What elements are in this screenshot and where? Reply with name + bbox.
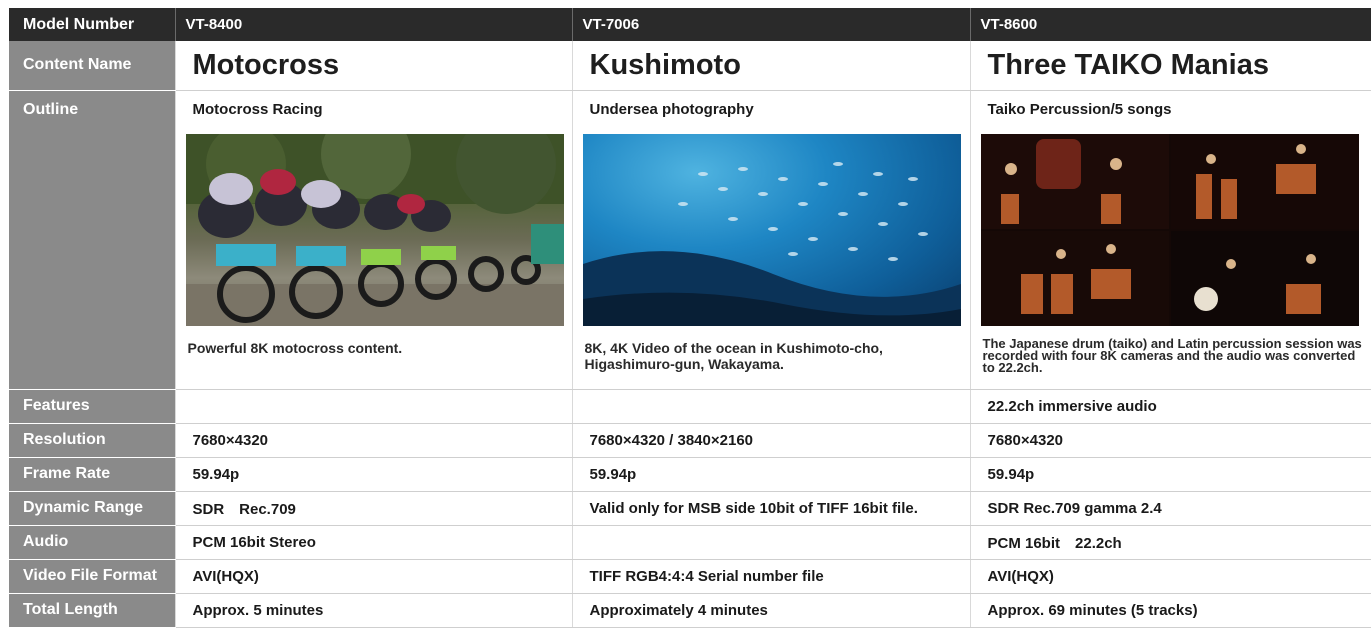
total-length-2: Approximately 4 minutes: [571, 593, 970, 628]
frame-rate-3: 59.94p: [969, 457, 1371, 492]
dynamic-range-1: SDR Rec.709: [174, 491, 572, 526]
features-2: [571, 389, 970, 424]
outline-cell-3: Taiko Percussion/5 songs The Japanese dr…: [969, 90, 1371, 390]
row-label-content-name: Content Name: [9, 41, 175, 91]
row-label-audio: Audio: [9, 525, 175, 560]
row-label-features: Features: [9, 389, 175, 424]
audio-2: [571, 525, 970, 560]
frame-rate-2: 59.94p: [571, 457, 970, 492]
content-name-row: Content Name Motocross Kushimoto Three T…: [9, 41, 1371, 91]
features-3: 22.2ch immersive audio: [969, 389, 1371, 424]
frame-rate-row: Frame Rate 59.94p 59.94p 59.94p: [9, 457, 1371, 492]
features-1: [174, 389, 572, 424]
outline-desc-1: Powerful 8K motocross content.: [187, 339, 403, 356]
audio-row: Audio PCM 16bit Stereo PCM 16bit 22.2ch: [9, 525, 1371, 560]
video-file-format-3: AVI(HQX): [969, 559, 1371, 594]
taiko-photo: [980, 133, 1359, 326]
resolution-1: 7680×4320: [174, 423, 572, 458]
dynamic-range-row: Dynamic Range SDR Rec.709 Valid only for…: [9, 491, 1371, 526]
outline-row: Outline Motocross Racing Powerful 8K mot…: [9, 90, 1371, 390]
features-row: Features 22.2ch immersive audio: [9, 389, 1371, 424]
undersea-photo: [582, 133, 961, 326]
row-label-model-number: Model Number: [9, 8, 175, 41]
content-name-1: Motocross: [174, 41, 572, 91]
model-number-2: VT-7006: [571, 8, 970, 41]
total-length-row: Total Length Approx. 5 minutes Approxima…: [9, 593, 1371, 628]
total-length-3: Approx. 69 minutes (5 tracks): [969, 593, 1371, 628]
outline-desc-2: 8K, 4K Video of the ocean in Kushimoto-c…: [584, 339, 883, 372]
model-number-1: VT-8400: [174, 8, 572, 41]
video-file-format-row: Video File Format AVI(HQX) TIFF RGB4:4:4…: [9, 559, 1371, 594]
outline-title-1: Motocross Racing: [192, 100, 323, 118]
audio-1: PCM 16bit Stereo: [174, 525, 572, 560]
row-label-outline: Outline: [9, 90, 175, 390]
header-row: Model Number VT-8400 VT-7006 VT-8600: [9, 8, 1371, 41]
outline-title-2: Undersea photography: [589, 100, 754, 118]
outline-cell-2: Undersea photography 8K, 4K Video of the…: [571, 90, 970, 390]
row-label-total-length: Total Length: [9, 593, 175, 628]
content-name-2: Kushimoto: [571, 41, 970, 91]
content-name-3: Three TAIKO Manias: [969, 41, 1371, 91]
frame-rate-1: 59.94p: [174, 457, 572, 492]
video-file-format-1: AVI(HQX): [174, 559, 572, 594]
total-length-1: Approx. 5 minutes: [174, 593, 572, 628]
resolution-2: 7680×4320 / 3840×2160: [571, 423, 970, 458]
row-label-video-file-format: Video File Format: [9, 559, 175, 594]
row-label-frame-rate: Frame Rate: [9, 457, 175, 492]
model-number-3: VT-8600: [969, 8, 1371, 41]
audio-3: PCM 16bit 22.2ch: [969, 525, 1371, 560]
motocross-photo: [185, 133, 564, 326]
spec-table: Model Number VT-8400 VT-7006 VT-8600 Con…: [9, 8, 1371, 628]
row-label-resolution: Resolution: [9, 423, 175, 458]
dynamic-range-2: Valid only for MSB side 10bit of TIFF 16…: [571, 491, 970, 526]
resolution-row: Resolution 7680×4320 7680×4320 / 3840×21…: [9, 423, 1371, 458]
video-file-format-2: TIFF RGB4:4:4 Serial number file: [571, 559, 970, 594]
outline-desc-3: The Japanese drum (taiko) and Latin perc…: [982, 335, 1362, 375]
resolution-3: 7680×4320: [969, 423, 1371, 458]
outline-cell-1: Motocross Racing Powerful 8K motocross c…: [174, 90, 572, 390]
row-label-dynamic-range: Dynamic Range: [9, 491, 175, 526]
dynamic-range-3: SDR Rec.709 gamma 2.4: [969, 491, 1371, 526]
outline-title-3: Taiko Percussion/5 songs: [987, 100, 1172, 118]
